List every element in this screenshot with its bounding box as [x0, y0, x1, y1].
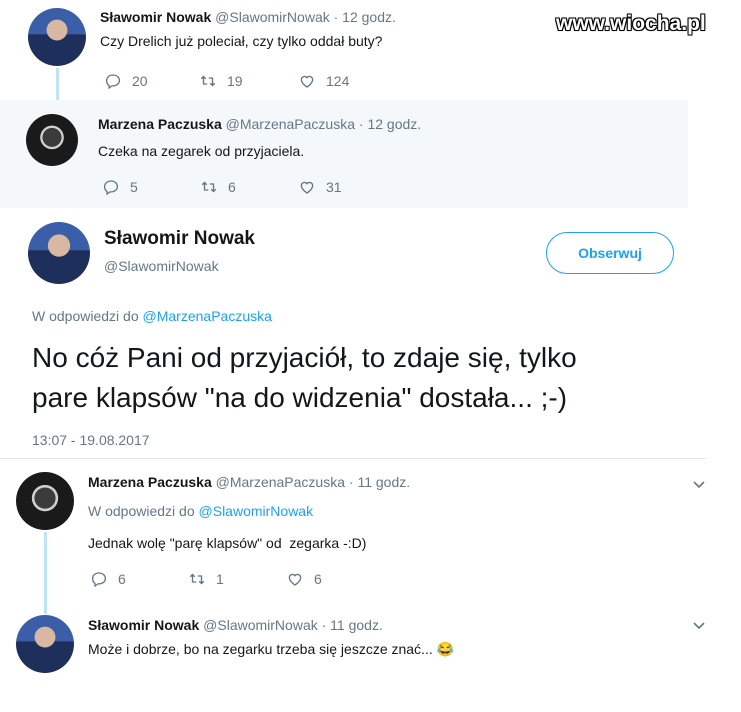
reply-count: 5	[130, 179, 138, 195]
reply-icon	[91, 572, 107, 588]
heart-icon	[300, 181, 314, 194]
retweet-count: 6	[228, 179, 236, 195]
tweet-time[interactable]: · 11 godz.	[322, 617, 383, 633]
reply-action[interactable]: 6	[90, 570, 126, 588]
author-handle[interactable]: @MarzenaPaczuska	[216, 474, 345, 490]
reply-count: 20	[132, 73, 148, 89]
like-count: 31	[326, 179, 342, 195]
reply-count: 6	[118, 571, 126, 587]
thread-line	[44, 532, 47, 614]
reply-action[interactable]: 20	[104, 72, 148, 90]
reply-to-handle[interactable]: @MarzenaPaczuska	[143, 308, 272, 324]
tweet-time[interactable]: · 11 godz.	[349, 474, 410, 490]
avatar[interactable]	[16, 615, 74, 673]
tweet-time[interactable]: · 12 godz.	[334, 9, 396, 25]
retweet-icon	[201, 181, 217, 193]
tweet-item[interactable]: Marzena Paczuska @MarzenaPaczuska · 12 g…	[0, 100, 688, 208]
reply-to-label: W odpowiedzi do	[32, 308, 139, 324]
like-count: 6	[314, 571, 322, 587]
author-handle[interactable]: @SlawomirNowak	[215, 9, 330, 25]
like-action[interactable]: 6	[286, 570, 322, 588]
author-name[interactable]: Sławomir Nowak	[100, 9, 211, 25]
tweet-timestamp[interactable]: 13:07 - 19.08.2017	[32, 432, 150, 448]
tweet-text-line: No cóż Pani od przyjaciół, to zdaje się,…	[32, 342, 577, 373]
author-name[interactable]: Marzena Paczuska	[98, 116, 222, 132]
like-action[interactable]: 31	[298, 178, 342, 196]
retweet-action[interactable]: 1	[188, 570, 224, 588]
tweet-text-line: pare klapsów "na do widzenia" dostała...…	[32, 382, 568, 413]
heart-icon	[288, 573, 302, 586]
retweet-action[interactable]: 6	[200, 178, 236, 196]
retweet-icon	[189, 573, 205, 585]
reply-to-label: W odpowiedzi do	[88, 503, 195, 519]
author-handle[interactable]: @MarzenaPaczuska	[226, 116, 355, 132]
follow-button[interactable]: Obserwuj	[546, 232, 674, 274]
tweet-text: Czeka na zegarek od przyjaciela.	[98, 143, 305, 159]
follow-label: Obserwuj	[578, 245, 642, 261]
reply-icon	[103, 180, 119, 196]
author-handle[interactable]: @SlawomirNowak	[104, 258, 219, 274]
reply-icon	[105, 74, 121, 90]
avatar[interactable]	[28, 222, 90, 284]
author-name[interactable]: Sławomir Nowak	[88, 617, 199, 633]
avatar[interactable]	[28, 8, 86, 66]
like-action[interactable]: 124	[298, 72, 349, 90]
tweet-text: Jednak wolę "parę klapsów" od zegarka -:…	[88, 535, 367, 551]
reply-action[interactable]: 5	[102, 178, 138, 196]
retweet-count: 1	[216, 571, 224, 587]
avatar[interactable]	[16, 472, 74, 530]
retweet-icon	[200, 75, 216, 87]
chevron-down-icon[interactable]	[692, 478, 706, 492]
retweet-count: 19	[227, 73, 243, 89]
watermark: www.wiocha.pl	[556, 12, 706, 35]
reply-to-handle[interactable]: @SlawomirNowak	[199, 503, 314, 519]
like-count: 124	[326, 73, 350, 89]
tweet-text: Czy Drelich już poleciał, czy tylko odda…	[100, 33, 383, 49]
avatar[interactable]	[26, 114, 78, 166]
heart-icon	[300, 75, 314, 88]
author-name[interactable]: Marzena Paczuska	[88, 474, 212, 490]
tweet-text: Może i dobrze, bo na zegarku trzeba się …	[88, 641, 433, 657]
retweet-action[interactable]: 19	[199, 72, 243, 90]
divider	[0, 458, 706, 459]
author-name[interactable]: Sławomir Nowak	[104, 228, 255, 250]
author-handle[interactable]: @SlawomirNowak	[203, 617, 318, 633]
crying-laughing-emoji: 😂	[436, 641, 455, 657]
tweet-time[interactable]: · 12 godz.	[359, 116, 421, 132]
chevron-down-icon[interactable]	[692, 619, 706, 633]
